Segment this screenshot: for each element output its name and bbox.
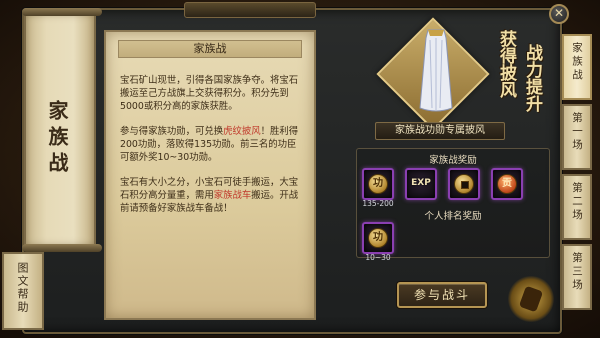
help-tab[interactable]: 图文帮助 bbox=[2, 252, 44, 330]
window-title: 家族战 bbox=[45, 100, 69, 178]
tab-bar: 家族战 第一场 第二场 第三场 bbox=[562, 34, 592, 334]
reward-slot-exp[interactable]: EXP bbox=[405, 168, 437, 200]
cape-icon[interactable] bbox=[418, 28, 454, 114]
reward-count: 135-200 bbox=[362, 199, 394, 208]
scroll-rod-top bbox=[22, 8, 102, 16]
rules-text-span: 宝石矿山现世，引得各国家族争夺。将宝石搬运至己方战旗上交获得积分。积分先到500… bbox=[120, 75, 299, 112]
join-battle-button[interactable]: 参与战斗 bbox=[397, 282, 487, 308]
tab-label: 家族战 bbox=[571, 42, 583, 83]
tab-label: 第三场 bbox=[571, 252, 583, 293]
reward-slot-rank-merit[interactable]: 功 10~30 bbox=[362, 222, 394, 262]
rank-reward-label: 个人排名奖励 bbox=[424, 211, 482, 222]
rules-text: 宝石矿山现世，引得各国家族争夺。将宝石搬运至己方战旗上交获得积分。积分先到500… bbox=[120, 74, 304, 227]
merit-coin-icon: 功 bbox=[368, 228, 388, 248]
tab-label: 第二场 bbox=[571, 182, 583, 223]
rules-text-span: 参与得家族功勋，可兑换 bbox=[120, 126, 224, 137]
rules-parchment: 家族战 宝石矿山现世，引得各国家族争夺。将宝石搬运至己方战旗上交获得积分。积分先… bbox=[104, 30, 316, 320]
contribution-coin-icon: 贡 bbox=[497, 174, 517, 194]
reward-slot-contribution[interactable]: 贡 bbox=[491, 168, 523, 200]
rules-paragraph-3: 宝石有大小之分，小宝石可徒手搬运，大宝石积分高分量重，需用家族战车搬运。开战前请… bbox=[120, 176, 304, 215]
gold-coin-icon bbox=[454, 174, 474, 194]
rules-paragraph-2: 参与得家族功勋，可兑换虎纹披风！胜利得200功勋，落败得135功勋。前三名的功臣… bbox=[120, 125, 304, 164]
promo-slogan: 获得披风 战力提升 bbox=[490, 26, 560, 136]
reward-count: 10~30 bbox=[365, 253, 391, 262]
reward-slot-merit[interactable]: 功 135-200 bbox=[362, 168, 394, 208]
reward-slot-gold[interactable] bbox=[448, 168, 480, 200]
war-chariot-highlight: 家族战车 bbox=[213, 190, 252, 201]
rules-header: 家族战 bbox=[118, 40, 302, 58]
scroll-rod-bottom bbox=[22, 244, 102, 252]
tab-round-2[interactable]: 第二场 bbox=[562, 174, 592, 240]
exp-icon: EXP bbox=[411, 178, 431, 188]
tab-round-3[interactable]: 第三场 bbox=[562, 244, 592, 310]
cape-caption: 家族战功勋专属披风 bbox=[375, 122, 505, 140]
tab-round-1[interactable]: 第一场 bbox=[562, 104, 592, 170]
merit-coin-icon: 功 bbox=[368, 174, 388, 194]
game-screen: 家族战 图文帮助 家族战 宝石矿山现世，引得各国家族争夺。将宝石搬运至己方战旗上… bbox=[0, 0, 600, 338]
game-logo-emblem bbox=[508, 276, 554, 322]
promo-line-1: 获得披风 bbox=[496, 30, 516, 98]
promo-line-2: 战力提升 bbox=[522, 44, 542, 112]
help-tab-label: 图文帮助 bbox=[16, 262, 29, 314]
tiger-cape-highlight: 虎纹披风 bbox=[223, 126, 261, 137]
tab-label: 第一场 bbox=[571, 112, 583, 153]
tab-family-war[interactable]: 家族战 bbox=[562, 34, 592, 100]
close-button[interactable]: ✕ bbox=[549, 4, 569, 24]
title-scroll: 家族战 bbox=[22, 8, 102, 252]
family-reward-label: 家族战奖励 bbox=[429, 155, 477, 166]
rules-paragraph-1: 宝石矿山现世，引得各国家族争夺。将宝石搬运至己方战旗上交获得积分。积分先到500… bbox=[120, 74, 304, 113]
